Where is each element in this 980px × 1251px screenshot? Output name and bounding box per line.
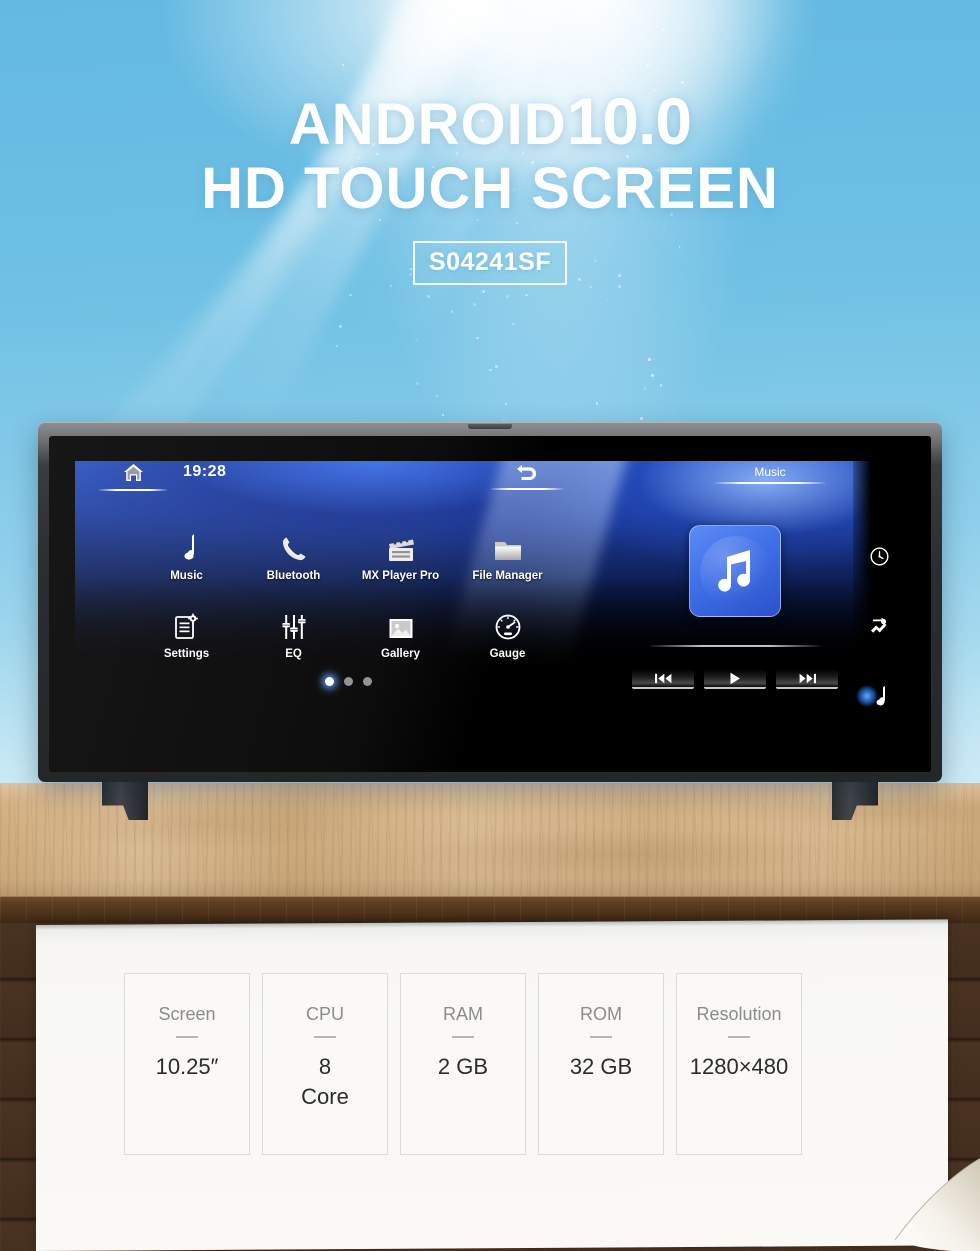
music-note-icon: [133, 529, 240, 563]
play-button[interactable]: [704, 669, 766, 689]
app-label: Gauge: [489, 648, 526, 660]
clock-icon[interactable]: [862, 541, 896, 571]
app-row: Music Bluetooth MX Player Pro File Manag…: [133, 529, 563, 582]
music-widget: [620, 513, 850, 689]
spec-divider: [590, 1036, 612, 1038]
car-head-unit-device: 19:28 Music Music Bluetooth MX Player Pr…: [38, 422, 942, 790]
photo-image-icon: [347, 607, 454, 641]
skip-forward-icon: [799, 673, 816, 683]
playback-progress-bar[interactable]: [650, 645, 820, 647]
clapperboard-icon: [347, 529, 454, 563]
page-dot[interactable]: [343, 677, 353, 686]
folder-icon: [454, 529, 561, 563]
app-gallery[interactable]: Gallery: [347, 607, 454, 660]
previous-button[interactable]: [632, 669, 694, 689]
hero-heading: ANDROID10.0 HD TOUCH SCREEN S04241SF: [0, 88, 980, 285]
settings-list-gear-icon: [133, 607, 240, 641]
hero-version: 10.0: [566, 84, 692, 158]
spec-value: 32 GB: [569, 1053, 633, 1079]
screen-right-sidebar: [853, 461, 905, 751]
spec-key: Resolution: [696, 1004, 782, 1024]
home-icon: [99, 463, 167, 487]
hero-line-2: HD TOUCH SCREEN: [201, 156, 779, 221]
music-tab-underline: [715, 482, 825, 484]
spec-divider: [728, 1036, 750, 1038]
app-label: MX Player Pro: [361, 570, 440, 582]
spec-divider: [314, 1036, 336, 1038]
spec-key: ROM: [580, 1004, 622, 1024]
spec-panel: Screen 10.25″ CPU 8 Core RAM 2 GB ROM 32 GB Reso…: [36, 919, 948, 1251]
device-glass: 19:28 Music Music Bluetooth MX Player Pr…: [49, 436, 931, 772]
album-art[interactable]: [689, 525, 781, 617]
app-mx-player-pro[interactable]: MX Player Pro: [347, 529, 454, 582]
music-note-icon[interactable]: [856, 681, 896, 711]
hero-android-word: ANDROID: [288, 92, 567, 157]
music-note-icon: [718, 550, 751, 592]
speedometer-icon: [454, 607, 561, 641]
app-file-manager[interactable]: File Manager: [454, 529, 561, 582]
back-underline: [491, 488, 563, 490]
app-gauge[interactable]: Gauge: [454, 607, 561, 660]
spec-key: Screen: [158, 1004, 216, 1024]
spec-value: 1280×480: [689, 1053, 789, 1079]
status-clock: 19:28: [183, 463, 227, 480]
spec-divider: [176, 1036, 198, 1038]
app-label: Music: [170, 570, 203, 582]
spec-card: Resolution 1280×480: [676, 973, 802, 1155]
playback-controls: [620, 669, 850, 689]
hero-line-1: ANDROID10.0: [0, 88, 980, 154]
bezel-notch: [468, 424, 512, 429]
spec-key: CPU: [305, 1004, 344, 1024]
spec-divider: [452, 1036, 474, 1038]
home-underline: [99, 489, 167, 491]
spec-key: RAM: [443, 1004, 483, 1024]
status-bar: 19:28 Music: [75, 461, 905, 495]
spec-value: 2 GB: [437, 1053, 489, 1079]
spec-card: CPU 8 Core: [262, 973, 388, 1155]
app-bluetooth[interactable]: Bluetooth: [240, 529, 347, 582]
back-button[interactable]: [491, 462, 563, 490]
home-button[interactable]: [99, 463, 167, 491]
shortcut-runner-icon[interactable]: [862, 611, 896, 641]
app-label: File Manager: [472, 570, 543, 582]
app-settings[interactable]: Settings: [133, 607, 240, 660]
spec-card: Screen 10.25″: [124, 973, 250, 1155]
app-row: Settings EQ Gallery Gauge: [133, 607, 563, 660]
app-label: Settings: [163, 648, 210, 660]
app-label: Gallery: [381, 648, 420, 660]
spec-card-list: Screen 10.25″ CPU 8 Core RAM 2 GB ROM 32 GB Reso…: [124, 973, 802, 1155]
android-screen: 19:28 Music Music Bluetooth MX Player Pr…: [75, 461, 905, 751]
app-music[interactable]: Music: [133, 529, 240, 582]
page-curl: [894, 1158, 980, 1251]
back-arrow-icon: [491, 462, 563, 486]
play-icon: [730, 672, 740, 684]
spec-value: 8 Core: [301, 1053, 349, 1109]
page-indicator-dots[interactable]: [133, 677, 563, 686]
spec-value: 10.25″: [155, 1053, 219, 1079]
music-tab[interactable]: Music: [715, 464, 825, 484]
app-grid: Music Bluetooth MX Player Pro File Manag…: [133, 529, 563, 660]
skip-back-icon: [654, 673, 671, 683]
phone-handset-icon: [240, 529, 347, 563]
spec-card: RAM 2 GB: [400, 973, 526, 1155]
equalizer-sliders-icon: [240, 607, 347, 641]
spec-card: ROM 32 GB: [538, 973, 664, 1155]
app-label: Bluetooth: [266, 570, 321, 582]
shelf-front-edge: [0, 896, 980, 923]
model-badge: S04241SF: [412, 240, 568, 285]
app-eq[interactable]: EQ: [240, 607, 347, 660]
page-dot[interactable]: [362, 677, 372, 686]
page-dot-active[interactable]: [324, 677, 334, 686]
next-button[interactable]: [776, 669, 838, 689]
music-tab-label: Music: [754, 465, 786, 479]
app-label: EQ: [285, 648, 302, 660]
